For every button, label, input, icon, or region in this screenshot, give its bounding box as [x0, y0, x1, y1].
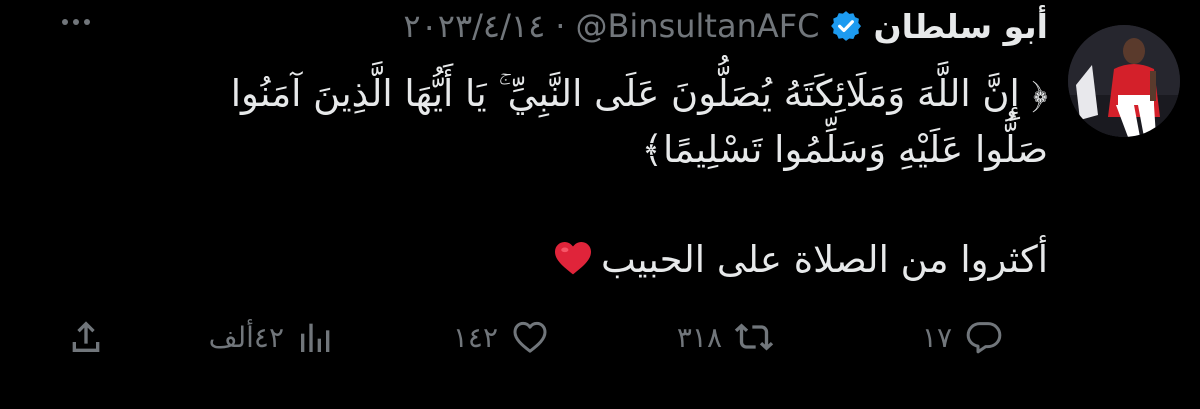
reply-icon[interactable]	[964, 317, 1004, 357]
tweet-date[interactable]: ٢٠٢٣/٤/١٤	[403, 7, 545, 45]
avatar[interactable]	[1068, 25, 1180, 137]
tweet: أبو سلطان @BinsultanAFC · ٢٠٢٣/٤/١٤ ﴿ إِ…	[0, 0, 1200, 409]
tweet-text-line-1: ﴿ إِنَّ اللَّهَ وَمَلَائِكَتَهُ يُصَلُّو…	[230, 72, 1048, 115]
like-count: ١٤٢	[452, 320, 498, 354]
red-heart-emoji-icon	[554, 241, 591, 275]
header-separator: ·	[555, 7, 566, 45]
more-options-icon[interactable]	[62, 12, 102, 32]
retweet-count: ٣١٨	[676, 320, 722, 354]
tweet-header: أبو سلطان @BinsultanAFC · ٢٠٢٣/٤/١٤	[403, 4, 1048, 48]
verified-badge-icon	[831, 11, 862, 41]
tweet-text-line-2: صَلُّوا عَلَيْهِ وَسَلِّمُوا تَسْلِيمًا﴾	[641, 128, 1048, 171]
like-action[interactable]: ١٤٢	[453, 312, 550, 362]
tweet-text-line-3-text: أكثروا من الصلاة على الحبيب	[600, 238, 1048, 281]
share-icon[interactable]	[66, 317, 106, 357]
user-handle[interactable]: @BinsultanAFC	[575, 7, 819, 45]
views-action[interactable]: ٤٢ألف	[209, 312, 336, 362]
reply-count: ١٧	[921, 320, 952, 354]
views-count: ٤٢ألف	[208, 320, 284, 354]
retweet-action[interactable]: ٣١٨	[677, 312, 774, 362]
heart-icon[interactable]	[510, 317, 550, 357]
display-name[interactable]: أبو سلطان	[873, 7, 1048, 46]
retweet-icon[interactable]	[734, 317, 774, 357]
avatar-image	[1068, 25, 1180, 137]
reply-action[interactable]: ١٧	[922, 312, 1004, 362]
views-chart-icon[interactable]	[296, 317, 336, 357]
share-action[interactable]	[66, 312, 106, 362]
tweet-text-line-3: أكثروا من الصلاة على الحبيب	[38, 232, 1048, 288]
